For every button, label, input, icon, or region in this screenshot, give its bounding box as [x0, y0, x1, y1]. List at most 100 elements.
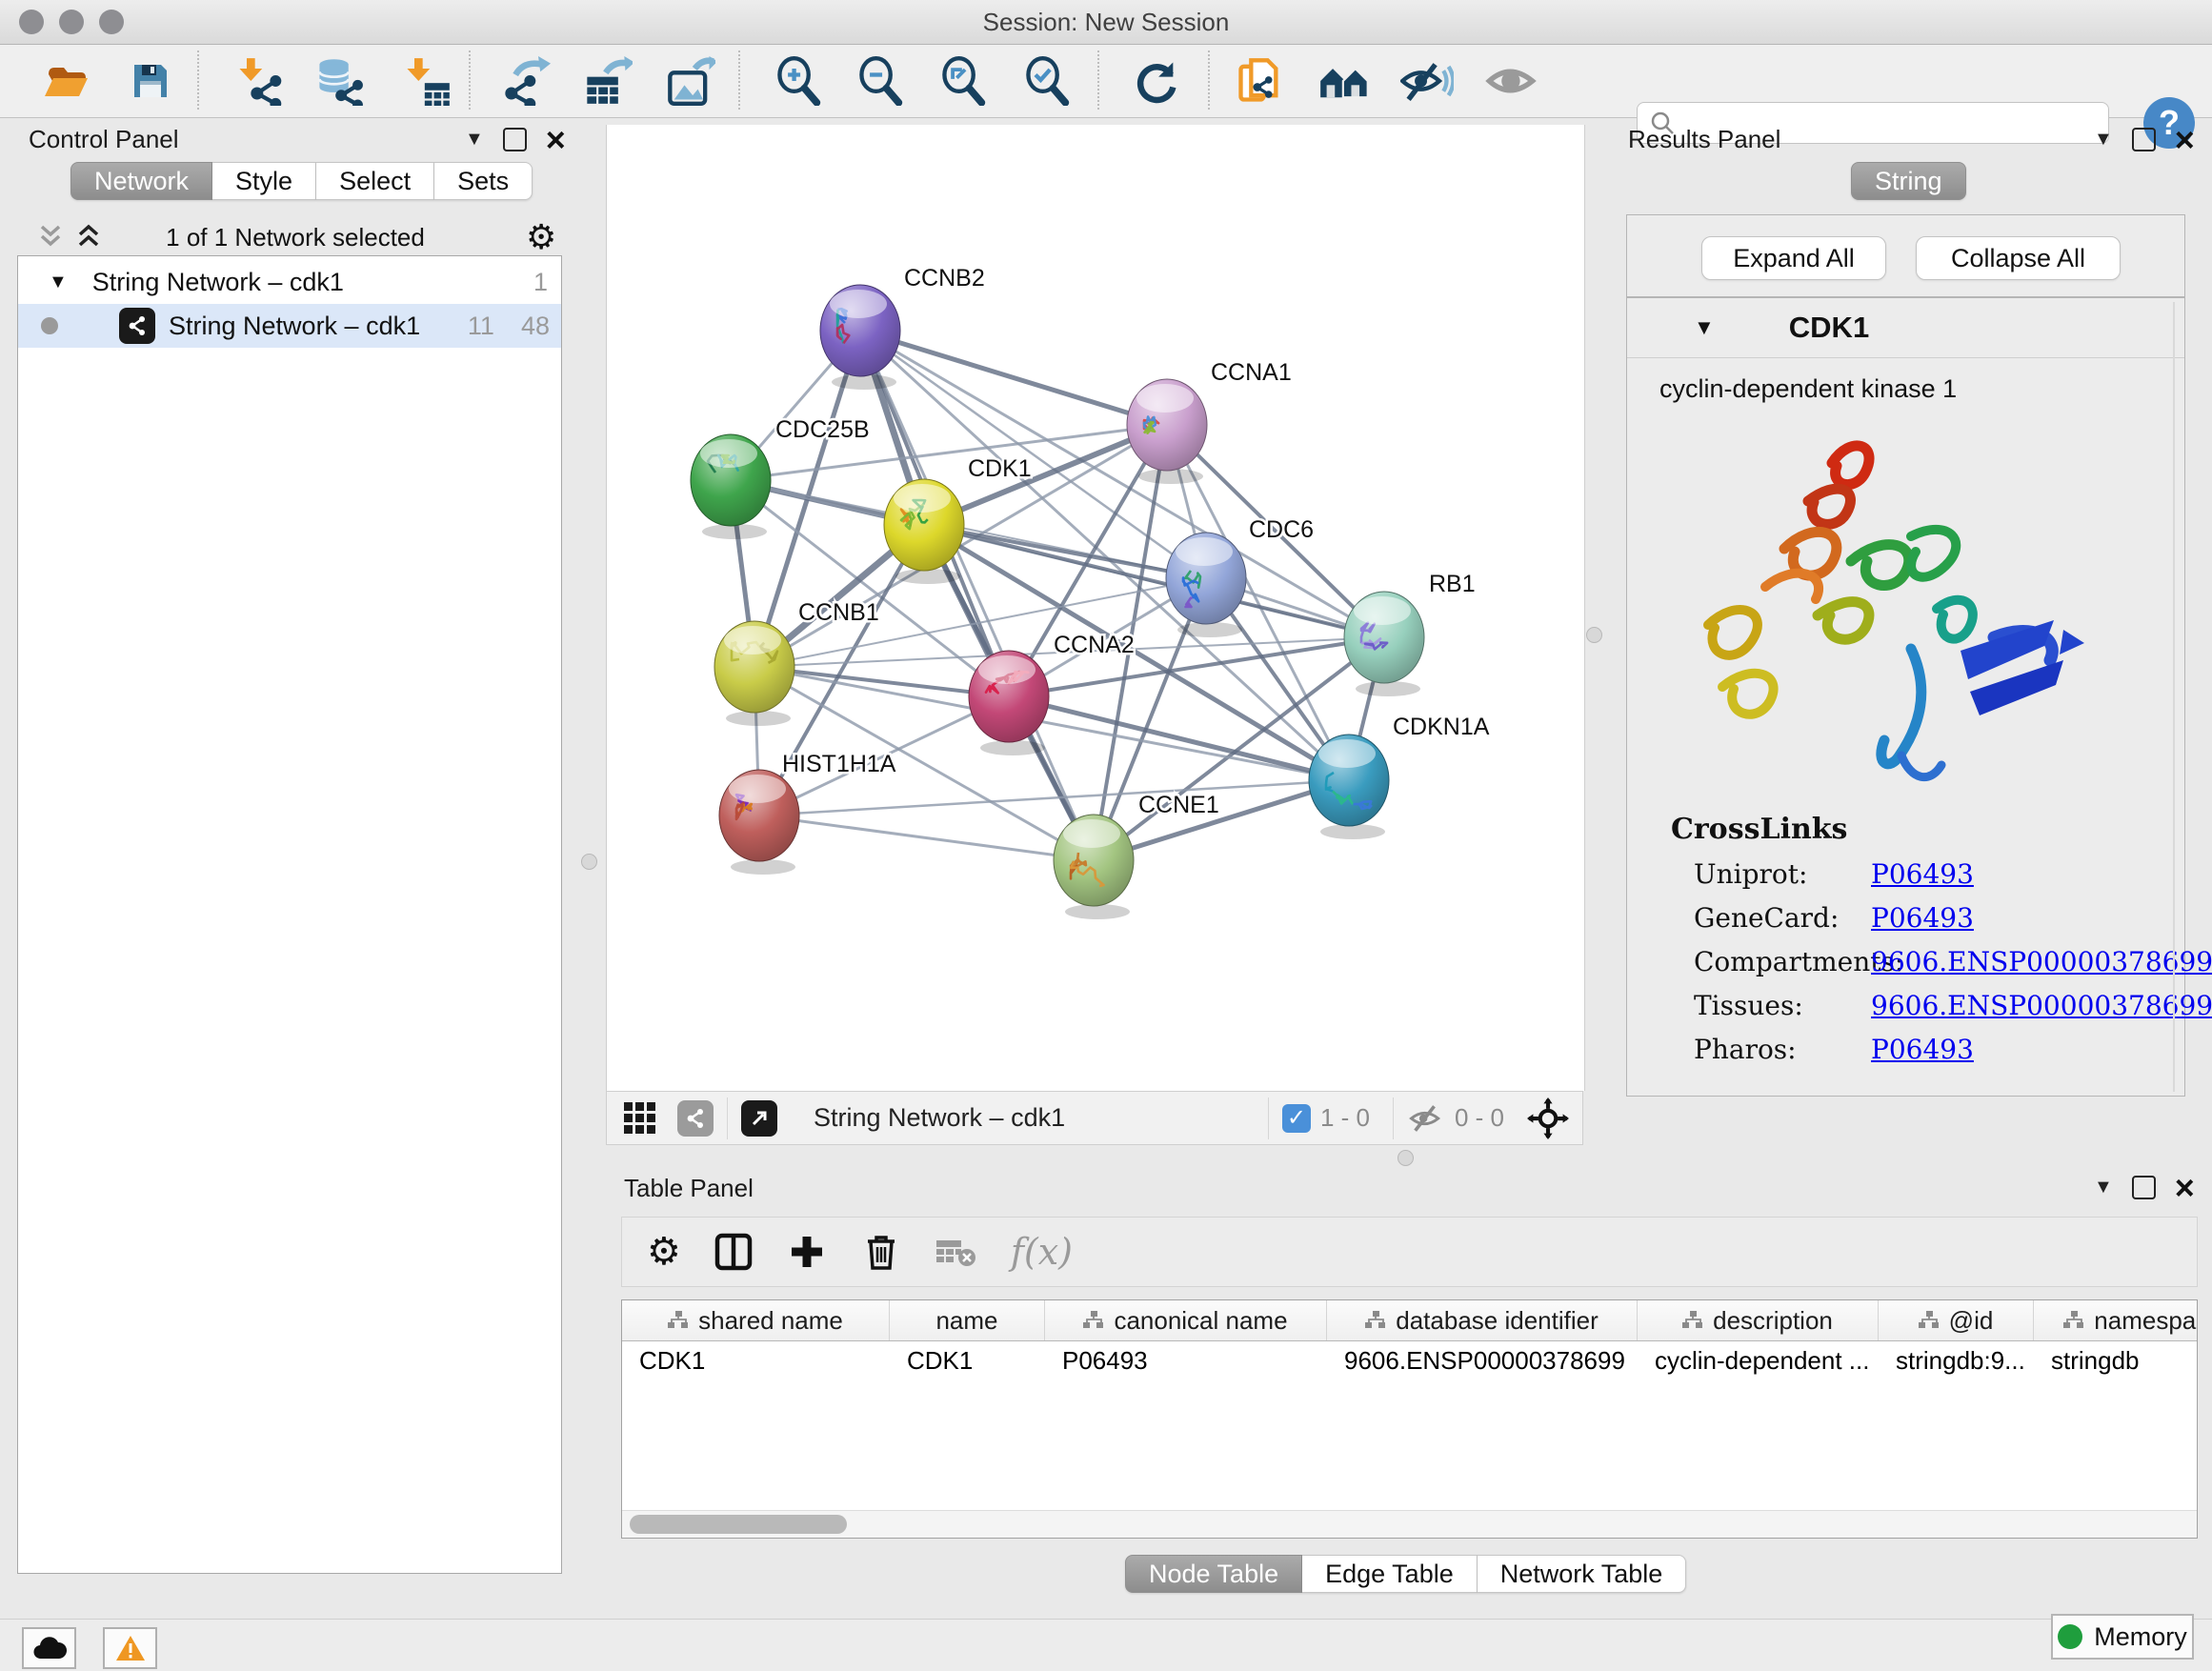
toolbar-separator [727, 1097, 728, 1139]
network-row-selected[interactable]: String Network – cdk1 11 48 [18, 304, 561, 348]
results-scrollbar[interactable] [2173, 302, 2175, 1092]
add-column-icon[interactable] [788, 1233, 826, 1271]
tab-network[interactable]: Network [70, 162, 212, 200]
zoom-fit-button[interactable] [936, 52, 992, 110]
crosslink-link[interactable]: 9606.ENSP00000378699 [1871, 946, 2212, 977]
collection-expand-triangle-icon[interactable]: ▼ [49, 272, 68, 293]
horizontal-splitter-handle[interactable] [1398, 1150, 1414, 1166]
column-header-name[interactable]: name [890, 1300, 1045, 1340]
import-network-file-button[interactable] [231, 52, 287, 110]
table-horizontal-scrollbar[interactable] [622, 1510, 2197, 1538]
function-builder-icon[interactable]: f(x) [1011, 1231, 1073, 1273]
network-share-icon[interactable] [677, 1100, 714, 1137]
export-image-button[interactable] [663, 52, 718, 110]
show-all-panels-button[interactable] [1317, 52, 1373, 110]
float-panel-icon[interactable]: ▼ [2094, 1177, 2113, 1198]
sitemap-icon [668, 1311, 689, 1330]
left-splitter-handle[interactable] [581, 854, 597, 870]
pan-crosshair-icon[interactable] [1527, 1097, 1569, 1139]
tab-style[interactable]: Style [212, 162, 316, 200]
table-row[interactable]: CDK1CDK1P064939606.ENSP00000378699cyclin… [622, 1340, 2198, 1380]
table-settings-gear-icon[interactable]: ⚙ [647, 1230, 681, 1274]
column-header-description[interactable]: description [1638, 1300, 1879, 1340]
collapse-triangle-icon[interactable]: ▼ [1694, 315, 1715, 340]
table-cell[interactable]: 9606.ENSP00000378699 [1327, 1340, 1638, 1380]
close-panel-icon[interactable]: × [2175, 130, 2195, 150]
table-cell[interactable]: P06493 [1045, 1340, 1327, 1380]
table-cell[interactable]: CDK1 [890, 1340, 1045, 1380]
open-session-button[interactable] [38, 52, 93, 110]
grid-view-icon[interactable] [622, 1100, 658, 1137]
tab-edge-table[interactable]: Edge Table [1302, 1555, 1478, 1593]
collapse-all-button[interactable]: Collapse All [1916, 236, 2121, 280]
birds-eye-view-icon[interactable] [741, 1100, 777, 1137]
table-cell[interactable]: cyclin-dependent ... [1638, 1340, 1879, 1380]
apply-layout-button[interactable] [1129, 52, 1184, 110]
import-table-file-button[interactable] [399, 52, 454, 110]
expand-all-button[interactable]: Expand All [1701, 236, 1886, 280]
delete-table-icon[interactable] [935, 1235, 976, 1269]
cloud-status-button[interactable] [22, 1627, 76, 1669]
table-cell[interactable]: CDK1 [622, 1340, 890, 1380]
scrollbar-thumb[interactable] [630, 1515, 847, 1534]
float-panel-icon[interactable]: ▼ [2094, 129, 2113, 151]
gene-section-header[interactable]: ▼ CDK1 [1627, 298, 2184, 358]
crosslink-link[interactable]: P06493 [1871, 858, 1974, 890]
zoom-in-button[interactable] [772, 52, 827, 110]
right-splitter-handle[interactable] [1586, 627, 1602, 643]
edge-CCNB2-CCNE1[interactable] [860, 331, 1094, 860]
tab-node-table[interactable]: Node Table [1125, 1555, 1302, 1593]
network-graph[interactable]: CCNB2CCNA1CDC25BCDK1CDC6RB1CCNB1CCNA2CDK… [606, 125, 1583, 1091]
zoom-selected-button[interactable] [1020, 52, 1076, 110]
table-cell[interactable]: stringdb [2034, 1340, 2198, 1380]
close-panel-icon[interactable]: × [546, 130, 566, 150]
crosslink-link[interactable]: P06493 [1871, 1034, 1974, 1065]
close-panel-icon[interactable]: × [2175, 1178, 2195, 1198]
save-session-button[interactable] [123, 52, 178, 110]
tab-string[interactable]: String [1851, 162, 1966, 200]
node-CCNA2[interactable]: CCNA2 [969, 632, 1135, 755]
undock-panel-icon[interactable] [2132, 128, 2156, 151]
hidden-eye-slash-icon[interactable] [1407, 1102, 1445, 1135]
export-network-button[interactable] [498, 52, 553, 110]
node-table[interactable]: shared namenamecanonical namedatabase id… [621, 1299, 2198, 1539]
table-cell[interactable]: stringdb:9... [1879, 1340, 2034, 1380]
node-CDC25B[interactable]: CDC25B [691, 416, 870, 539]
show-hidden-button[interactable] [1484, 52, 1539, 110]
tab-select[interactable]: Select [316, 162, 434, 200]
column-header-database-identifier[interactable]: database identifier [1327, 1300, 1638, 1340]
node-CDKN1A[interactable]: CDKN1A [1309, 714, 1490, 839]
hide-selected-button[interactable] [1399, 52, 1455, 110]
node-CCNE1[interactable]: CCNE1 [1054, 792, 1219, 919]
zoom-out-button[interactable] [854, 52, 909, 110]
column-header-canonical-name[interactable]: canonical name [1045, 1300, 1327, 1340]
expand-all-chevron-icon[interactable] [74, 223, 103, 250]
float-panel-icon[interactable]: ▼ [465, 129, 484, 151]
collapse-all-chevron-icon[interactable] [36, 223, 65, 250]
column-header-shared-name[interactable]: shared name [622, 1300, 890, 1340]
node-RB1[interactable]: RB1 [1344, 571, 1476, 696]
select-columns-icon[interactable] [714, 1232, 754, 1272]
import-network-database-button[interactable] [312, 52, 367, 110]
tab-sets[interactable]: Sets [434, 162, 533, 200]
undock-panel-icon[interactable] [2132, 1176, 2156, 1199]
edge-HIST1H1A-CCNE1[interactable] [759, 815, 1094, 860]
network-collection-row[interactable]: ▼ String Network – cdk1 1 [18, 260, 561, 304]
tab-network-table[interactable]: Network Table [1478, 1555, 1687, 1593]
node-CDC6[interactable]: CDC6 [1166, 516, 1314, 637]
network-edges[interactable] [731, 331, 1384, 860]
clone-network-button[interactable] [1232, 52, 1287, 110]
network-options-gear-icon[interactable]: ⚙ [526, 217, 556, 257]
delete-column-trash-icon[interactable] [862, 1232, 900, 1272]
export-table-button[interactable] [580, 52, 635, 110]
crosslink-link[interactable]: P06493 [1871, 902, 1974, 934]
column-header-namespace[interactable]: namespace [2034, 1300, 2198, 1340]
memory-button[interactable]: Memory [2051, 1614, 2194, 1660]
warnings-button[interactable] [103, 1627, 157, 1669]
edge-CCNB2-CCNA1[interactable] [860, 331, 1167, 425]
undock-panel-icon[interactable] [503, 128, 527, 151]
column-header--id[interactable]: @id [1879, 1300, 2034, 1340]
crosslink-link[interactable]: 9606.ENSP00000378699 [1871, 990, 2212, 1021]
sitemap-icon [1365, 1311, 1386, 1330]
selected-nodes-checkbox[interactable]: ✓ [1282, 1104, 1311, 1133]
